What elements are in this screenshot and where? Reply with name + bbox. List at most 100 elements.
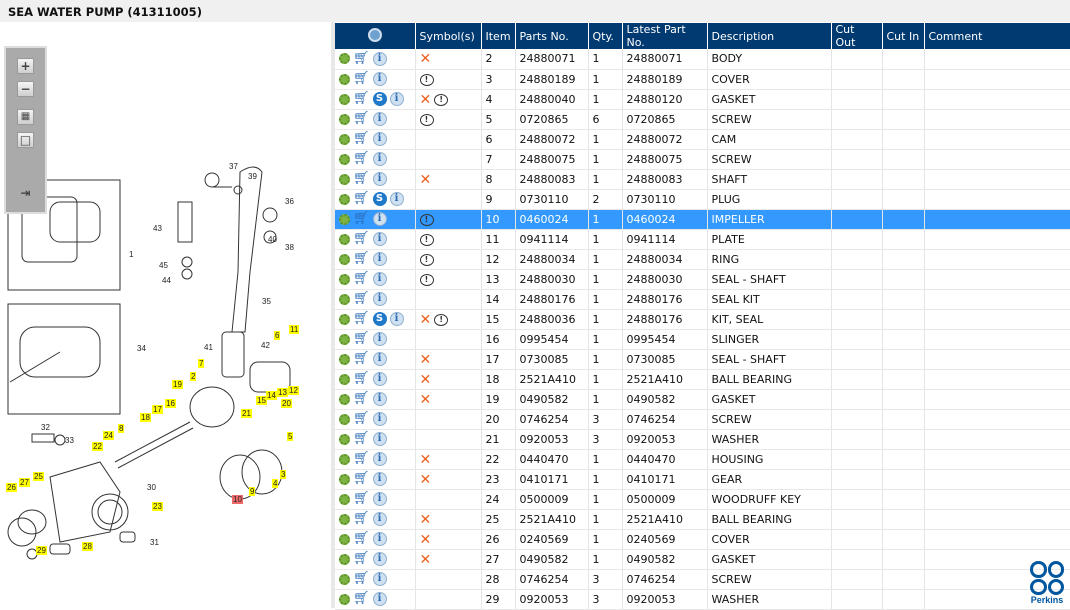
cart-icon[interactable]: 🛒︎ [353,132,370,145]
callout-label[interactable]: 7 [198,359,205,368]
table-row[interactable]: 🛒︎ i 28 0746254 3 0746254 SCREW [335,569,1070,590]
cell-comment[interactable] [924,229,1070,250]
cart-icon[interactable]: 🛒︎ [353,572,370,585]
info-icon[interactable]: i [372,212,387,226]
info-icon[interactable]: i [372,392,387,406]
gear-icon[interactable] [339,553,350,565]
service-s-icon[interactable]: S [372,312,387,326]
callout-label[interactable]: 28 [82,542,93,551]
cart-icon[interactable]: 🛒︎ [353,392,370,405]
callout-label[interactable]: 32 [40,423,51,432]
table-row[interactable]: 🛒︎ i! 13 24880030 1 24880030 SEAL - SHAFT [335,269,1070,290]
info-icon[interactable]: i [372,172,387,186]
cart-icon[interactable]: 🛒︎ [353,512,370,525]
cart-icon[interactable]: 🛒︎ [353,492,370,505]
info-icon[interactable]: i [372,232,387,246]
gear-icon[interactable] [339,533,350,545]
cell-comment[interactable] [924,249,1070,270]
table-row[interactable]: 🛒︎ i ✕ 2 24880071 1 24880071 BODY [335,49,1070,70]
cell-comment[interactable] [924,189,1070,210]
info-icon[interactable]: i [372,332,387,346]
cart-icon[interactable]: 🛒︎ [353,252,370,265]
table-row[interactable]: 🛒︎ i ✕ 19 0490582 1 0490582 GASKET [335,389,1070,410]
gear-icon[interactable] [339,453,350,465]
cell-comment[interactable] [924,69,1070,90]
gear-icon[interactable] [339,293,350,305]
info-icon[interactable]: i [372,432,387,446]
cart-icon[interactable]: 🛒︎ [353,152,370,165]
callout-label[interactable]: 30 [146,483,157,492]
info-icon[interactable]: i [372,72,387,86]
column-header-item[interactable]: Item [481,23,516,49]
table-row[interactable]: 🛒︎ i ✕ 8 24880083 1 24880083 SHAFT [335,169,1070,190]
table-row[interactable]: 🛒︎ i ✕ 26 0240569 1 0240569 COVER [335,529,1070,550]
info-icon[interactable]: i [372,252,387,266]
callout-label[interactable]: 34 [136,344,147,353]
cart-icon[interactable]: 🛒︎ [353,552,370,565]
table-row[interactable]: 🛒︎ Si ✕! 15 24880036 1 24880176 KIT, SEAL [335,309,1070,330]
cart-icon[interactable]: 🛒︎ [353,72,370,85]
info-icon[interactable]: i [372,292,387,306]
cart-icon[interactable]: 🛒︎ [353,372,370,385]
comment-bubble-icon[interactable]: ! [419,113,434,126]
info-icon[interactable]: i [372,132,387,146]
gear-icon[interactable] [339,273,350,285]
gear-icon[interactable] [339,593,350,605]
cell-comment[interactable] [924,329,1070,350]
exploded-parts-diagram[interactable] [0,22,331,608]
gear-icon[interactable] [339,393,350,405]
gear-icon[interactable] [339,413,350,425]
callout-label[interactable]: 42 [260,341,271,350]
gear-icon[interactable] [339,153,350,165]
comment-bubble-icon[interactable]: ! [419,213,434,226]
gear-icon[interactable] [339,133,350,145]
callout-label[interactable]: 8 [118,424,125,433]
table-row[interactable]: 🛒︎ i 21 0920053 3 0920053 WASHER [335,429,1070,450]
gear-icon[interactable] [339,213,350,225]
info-icon[interactable]: i [372,412,387,426]
cell-comment[interactable] [924,509,1070,530]
callout-label[interactable]: 19 [172,380,183,389]
callout-label[interactable]: 43 [152,224,163,233]
callout-label[interactable]: 21 [241,409,252,418]
callout-label[interactable]: 4 [272,479,279,488]
callout-label[interactable]: 15 [256,396,267,405]
cell-comment[interactable] [924,349,1070,370]
comment-bubble-icon[interactable]: ! [434,93,449,106]
column-header-cut-out[interactable]: Cut Out [831,23,883,49]
cart-icon[interactable]: 🛒︎ [353,52,370,65]
service-s-icon[interactable]: S [372,192,387,206]
comment-bubble-icon[interactable]: ! [419,73,434,86]
table-row[interactable]: 🛒︎ i ✕ 17 0730085 1 0730085 SEAL - SHAFT [335,349,1070,370]
cell-comment[interactable] [924,289,1070,310]
callout-label[interactable]: 25 [33,472,44,481]
callout-label[interactable]: 36 [284,197,295,206]
callout-label[interactable]: 39 [247,172,258,181]
comment-bubble-icon[interactable]: ! [434,313,449,326]
cell-comment[interactable] [924,449,1070,470]
cell-comment[interactable] [924,269,1070,290]
gear-icon[interactable] [339,313,350,325]
callout-label[interactable]: 29 [36,546,47,555]
table-row[interactable]: 🛒︎ i! 3 24880189 1 24880189 COVER [335,69,1070,90]
gear-icon[interactable] [339,233,350,245]
info-icon[interactable]: i [372,472,387,486]
gear-icon[interactable] [339,433,350,445]
cell-comment[interactable] [924,169,1070,190]
zoom-out-button[interactable]: − [17,81,34,97]
table-row[interactable]: 🛒︎ i 7 24880075 1 24880075 SCREW [335,149,1070,170]
column-header-description[interactable]: Description [707,23,832,49]
callout-label[interactable]: 6 [274,331,281,340]
service-s-icon[interactable]: S [372,92,387,106]
comment-bubble-icon[interactable]: ! [419,253,434,266]
cell-comment[interactable] [924,489,1070,510]
column-header-actions[interactable] [335,23,416,49]
callout-label[interactable]: 26 [6,483,17,492]
info-icon[interactable]: i [372,112,387,126]
column-header-comment[interactable]: Comment [924,23,1070,49]
gear-icon[interactable] [339,173,350,185]
cart-icon[interactable]: 🛒︎ [353,92,370,105]
callout-label[interactable]: 22 [92,442,103,451]
table-row[interactable]: 🛒︎ i! 10 0460024 1 0460024 IMPELLER [335,209,1070,230]
callout-label[interactable]: 44 [161,276,172,285]
